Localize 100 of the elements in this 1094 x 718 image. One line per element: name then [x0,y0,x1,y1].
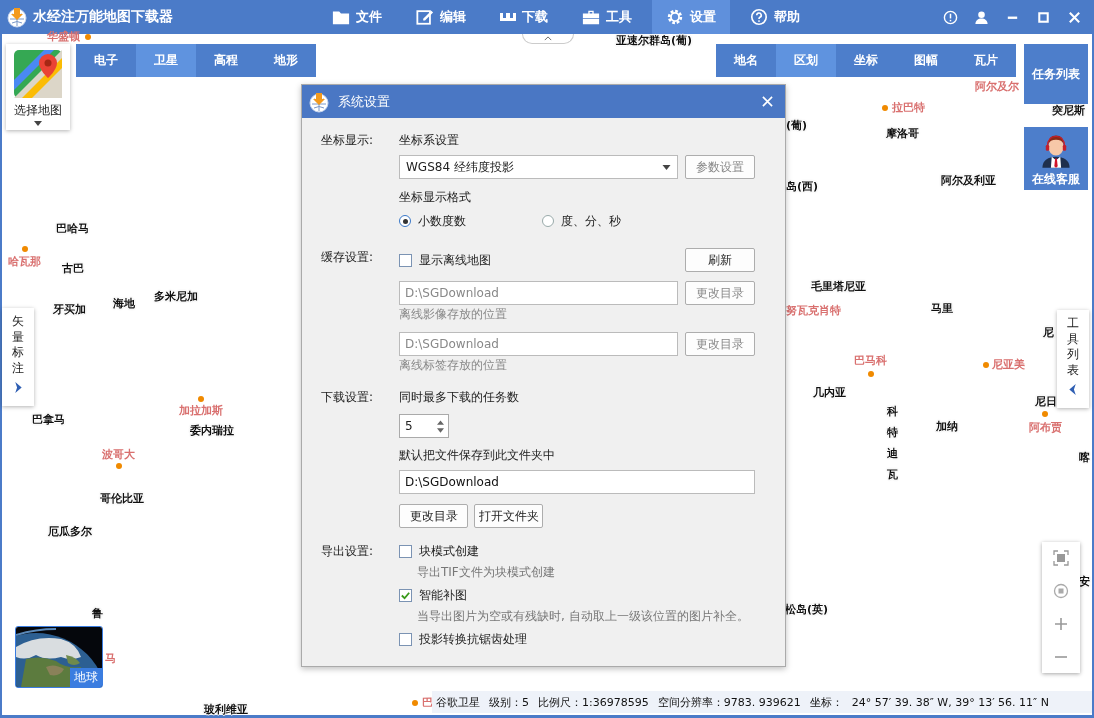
city-dot [983,362,989,368]
menu-item[interactable]: 设置 [652,0,730,34]
city-dot [116,463,122,469]
map-label: 哈瓦那 [8,254,41,270]
panel-title: 工具列表 [1067,316,1079,379]
map-type-tab[interactable]: 卫星 [136,44,196,77]
map-label: 巴马科 [854,353,887,369]
chevron-up-icon [544,36,552,41]
zoom-in-icon[interactable] [1053,615,1069,632]
chevron-right-icon [14,382,22,394]
task-count-spinner[interactable]: 5 [399,414,449,438]
download-icon [500,13,516,21]
offline-map-checkbox[interactable]: 显示离线地图 [399,251,491,269]
task-list-button[interactable]: 任务列表 [1024,44,1088,104]
menu-item[interactable]: 编辑 [402,0,480,34]
map-label: 鲁 [92,606,103,622]
map-label: 阿尔及尔 [975,79,1019,95]
coord-value: 24° 57′ 39. 38″ W, 39° 13′ 56. 11″ N [851,695,1049,709]
map-label: 委内瑞拉 [190,423,234,439]
map-label: 巴拿马 [32,412,65,428]
maximize-icon[interactable] [1036,9,1051,25]
map-label: (葡) [786,118,808,134]
field-hint: 离线影像存放的位置 [399,306,507,323]
map-label: 厄瓜多尔 [48,524,92,540]
export-option-checkbox[interactable]: 块模式创建 [399,542,479,560]
city-dot [412,700,418,706]
menu-item[interactable]: 帮助 [736,0,814,34]
fullscreen-icon[interactable] [1053,550,1069,567]
layer-tab[interactable]: 区划 [776,44,836,77]
city-dot [868,371,874,377]
menu-item[interactable]: 下载 [486,0,562,34]
city-dot [198,396,204,402]
settings-icon [666,8,684,26]
map-pin-icon [14,50,62,98]
support-button[interactable]: 在线客服 [1024,127,1088,190]
map-label: 海地 [113,296,135,312]
map-label: 牙买加 [53,302,86,318]
projection-select[interactable]: WGS84 经纬度投影 [399,155,678,179]
field-heading: 默认把文件保存到此文件夹中 [399,447,555,464]
map-label: 阿布贾 [1029,420,1062,436]
map-label: 尼日 [1035,394,1057,410]
help-icon [750,8,768,26]
refresh-button[interactable]: 刷新 [685,248,755,272]
dialog-title: 系统设置 [338,92,390,111]
coord-label: 坐标： [809,694,843,710]
user-icon[interactable] [974,9,989,25]
map-label: 加拉加斯 [179,403,223,419]
map-label: 玻利维亚 [204,702,248,718]
map-label: 尼 [1043,325,1054,341]
download-folder-field[interactable]: D:\SGDownload [399,470,755,494]
city-dot [882,105,888,111]
map-label: 拉巴特 [892,100,925,116]
map-label: 马里 [931,301,953,317]
globe-thumbnail[interactable]: 地球 [15,626,103,688]
map-label: 几内亚 [813,385,846,401]
map-label: 摩洛哥 [886,126,919,142]
map-scale: 比例尺：1:36978595 [538,694,649,710]
city-dot [22,246,28,252]
field-hint: 离线标签存放的位置 [399,357,507,374]
map-selector[interactable]: 选择地图 [6,44,70,130]
export-option-checkbox[interactable]: 投影转换抗锯齿处理 [399,630,527,648]
vector-label-panel[interactable]: 矢量标注 [2,308,34,406]
map-label: 阿尔及利亚 [941,173,996,189]
field-heading: 坐标系设置 [399,132,459,149]
menu-item[interactable]: 工具 [568,0,646,34]
option-note: 导出TIF文件为块模式创建 [416,564,555,581]
field-heading: 同时最多下载的任务数 [399,389,519,406]
app-logo-icon [6,6,28,28]
tool-list-panel[interactable]: 工具列表 [1057,310,1089,408]
map-label: 毛里塔尼亚 [811,279,866,295]
toolbox-icon [582,8,600,26]
field-heading: 坐标显示格式 [399,189,471,206]
globe-label: 地球 [70,668,102,687]
city-dot [85,34,91,40]
folder-button[interactable]: 打开文件夹 [474,504,543,528]
edit-icon [416,8,434,26]
map-label: 尼亚美 [992,357,1025,373]
check-icon [400,589,411,601]
map-label: 喀 [1079,450,1090,466]
close-icon[interactable] [762,96,773,107]
caret-icon [34,121,42,126]
section-label: 导出设置: [321,543,375,560]
format-radio[interactable]: 小数度数 [399,212,542,230]
locate-icon[interactable] [1053,583,1069,600]
section-label: 坐标显示: [321,132,375,149]
map-label: 突尼斯 [1052,103,1085,119]
zoom-level: 级别：5 [489,694,529,710]
menu-item[interactable]: 文件 [318,0,396,34]
folder-button[interactable]: 更改目录 [399,504,468,528]
app-logo-icon [308,90,330,113]
map-label: 亚速尔群岛(葡) [616,33,693,49]
map-label: 安 [1079,574,1090,590]
app-title: 水经注万能地图下载器 [33,8,173,26]
map-label: 华盛顿 [47,29,80,45]
format-radio[interactable]: 度、分、秒 [542,212,685,230]
export-option-checkbox[interactable]: 智能补图 [399,586,467,604]
info-icon[interactable] [943,9,958,25]
map-label: 马 [105,651,116,667]
close-icon[interactable] [1067,9,1082,25]
panel-title: 矢量标注 [12,314,24,377]
